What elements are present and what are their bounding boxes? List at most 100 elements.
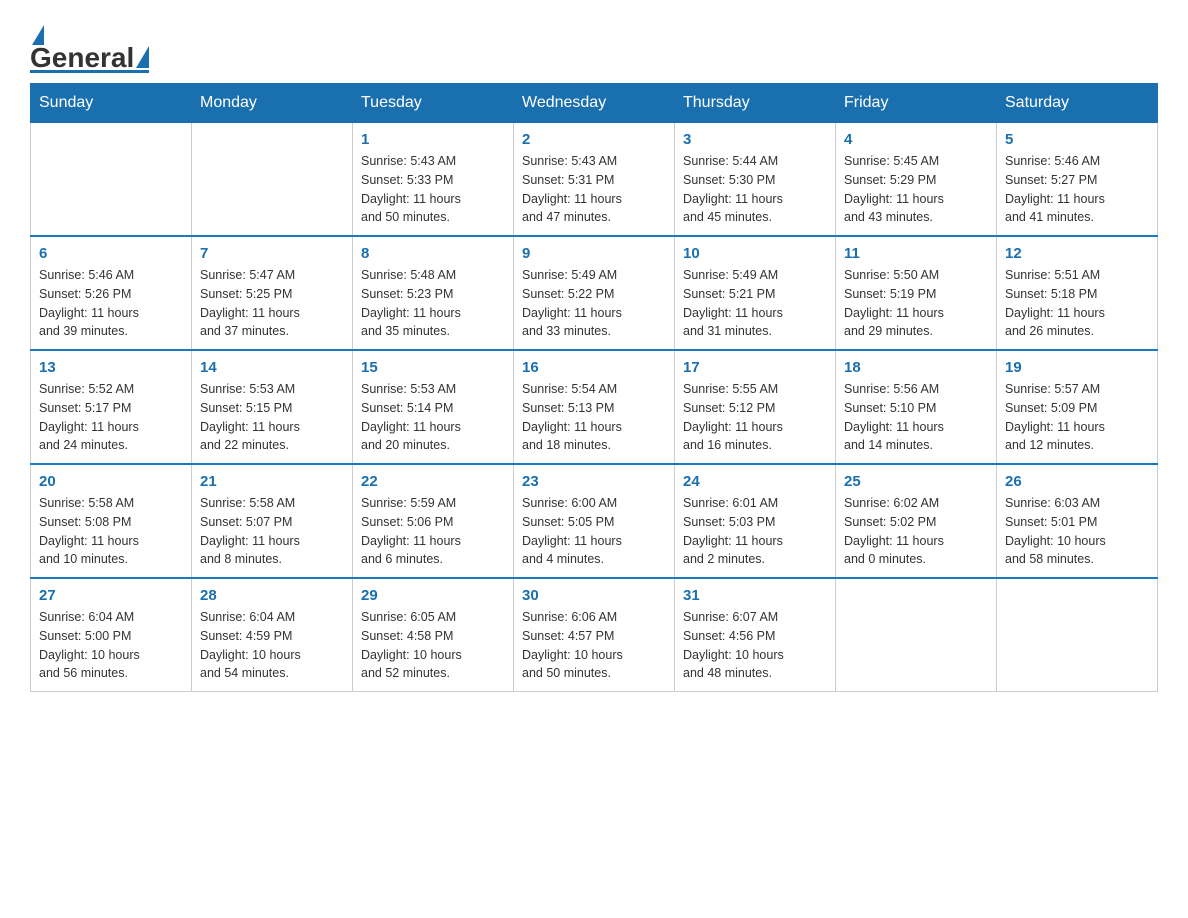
- day-number: 24: [683, 473, 827, 490]
- day-number: 8: [361, 245, 505, 262]
- day-number: 27: [39, 587, 183, 604]
- day-number: 26: [1005, 473, 1149, 490]
- calendar-cell: 11 Sunrise: 5:50 AM Sunset: 5:19 PM Dayli…: [836, 236, 997, 350]
- day-info: Sunrise: 5:58 AM Sunset: 5:08 PM Dayligh…: [39, 494, 183, 569]
- header-friday: Friday: [836, 84, 997, 123]
- calendar-header-row: SundayMondayTuesdayWednesdayThursdayFrid…: [31, 84, 1158, 123]
- day-info: Sunrise: 5:43 AM Sunset: 5:33 PM Dayligh…: [361, 152, 505, 227]
- calendar-cell: 5 Sunrise: 5:46 AM Sunset: 5:27 PM Daylig…: [997, 123, 1158, 237]
- calendar-cell: 2Sunrise: 5:43 AM Sunset: 5:31 PM Daylig…: [514, 123, 675, 237]
- day-info: Sunrise: 6:05 AM Sunset: 4:58 PM Dayligh…: [361, 608, 505, 683]
- day-number: 30: [522, 587, 666, 604]
- day-info: Sunrise: 5:51 AM Sunset: 5:18 PM Dayligh…: [1005, 266, 1149, 341]
- day-info: Sunrise: 5:52 AM Sunset: 5:17 PM Dayligh…: [39, 380, 183, 455]
- day-info: Sunrise: 5:53 AM Sunset: 5:14 PM Dayligh…: [361, 380, 505, 455]
- day-number: 28: [200, 587, 344, 604]
- calendar-cell: [836, 578, 997, 692]
- day-number: 7: [200, 245, 344, 262]
- calendar-cell: [192, 123, 353, 237]
- calendar-cell: 7 Sunrise: 5:47 AM Sunset: 5:25 PM Daylig…: [192, 236, 353, 350]
- calendar-cell: 8 Sunrise: 5:48 AM Sunset: 5:23 PM Daylig…: [353, 236, 514, 350]
- day-info: Sunrise: 5:53 AM Sunset: 5:15 PM Dayligh…: [200, 380, 344, 455]
- calendar-cell: 13 Sunrise: 5:52 AM Sunset: 5:17 PM Dayli…: [31, 350, 192, 464]
- calendar-cell: 21 Sunrise: 5:58 AM Sunset: 5:07 PM Dayli…: [192, 464, 353, 578]
- day-number: 6: [39, 245, 183, 262]
- day-info: Sunrise: 5:57 AM Sunset: 5:09 PM Dayligh…: [1005, 380, 1149, 455]
- calendar-cell: 31 Sunrise: 6:07 AM Sunset: 4:56 PM Dayli…: [675, 578, 836, 692]
- day-info: Sunrise: 6:07 AM Sunset: 4:56 PM Dayligh…: [683, 608, 827, 683]
- day-info: Sunrise: 6:00 AM Sunset: 5:05 PM Dayligh…: [522, 494, 666, 569]
- day-info: Sunrise: 5:48 AM Sunset: 5:23 PM Dayligh…: [361, 266, 505, 341]
- day-info: Sunrise: 6:01 AM Sunset: 5:03 PM Dayligh…: [683, 494, 827, 569]
- logo-underline: [30, 70, 149, 73]
- day-number: 3: [683, 131, 827, 148]
- calendar-cell: 25 Sunrise: 6:02 AM Sunset: 5:02 PM Dayli…: [836, 464, 997, 578]
- calendar-table: SundayMondayTuesdayWednesdayThursdayFrid…: [30, 83, 1158, 692]
- calendar-cell: [997, 578, 1158, 692]
- header-sunday: Sunday: [31, 84, 192, 123]
- header-wednesday: Wednesday: [514, 84, 675, 123]
- day-number: 25: [844, 473, 988, 490]
- header-saturday: Saturday: [997, 84, 1158, 123]
- day-number: 17: [683, 359, 827, 376]
- calendar-cell: 26 Sunrise: 6:03 AM Sunset: 5:01 PM Dayli…: [997, 464, 1158, 578]
- calendar-cell: 28Sunrise: 6:04 AM Sunset: 4:59 PM Dayli…: [192, 578, 353, 692]
- day-info: Sunrise: 5:59 AM Sunset: 5:06 PM Dayligh…: [361, 494, 505, 569]
- day-info: Sunrise: 5:46 AM Sunset: 5:26 PM Dayligh…: [39, 266, 183, 341]
- header-monday: Monday: [192, 84, 353, 123]
- header-thursday: Thursday: [675, 84, 836, 123]
- day-number: 11: [844, 245, 988, 262]
- day-number: 23: [522, 473, 666, 490]
- day-info: Sunrise: 5:50 AM Sunset: 5:19 PM Dayligh…: [844, 266, 988, 341]
- calendar-cell: 30 Sunrise: 6:06 AM Sunset: 4:57 PM Dayli…: [514, 578, 675, 692]
- calendar-cell: 24 Sunrise: 6:01 AM Sunset: 5:03 PM Dayli…: [675, 464, 836, 578]
- week-row-0: 1 Sunrise: 5:43 AM Sunset: 5:33 PM Daylig…: [31, 123, 1158, 237]
- calendar-cell: 23 Sunrise: 6:00 AM Sunset: 5:05 PM Dayli…: [514, 464, 675, 578]
- day-number: 19: [1005, 359, 1149, 376]
- day-info: Sunrise: 6:06 AM Sunset: 4:57 PM Dayligh…: [522, 608, 666, 683]
- calendar-cell: 17Sunrise: 5:55 AM Sunset: 5:12 PM Dayli…: [675, 350, 836, 464]
- day-info: Sunrise: 5:44 AM Sunset: 5:30 PM Dayligh…: [683, 152, 827, 227]
- day-number: 1: [361, 131, 505, 148]
- day-number: 13: [39, 359, 183, 376]
- page-header: General: [30, 20, 1158, 73]
- calendar-cell: 3 Sunrise: 5:44 AM Sunset: 5:30 PM Daylig…: [675, 123, 836, 237]
- day-info: Sunrise: 5:54 AM Sunset: 5:13 PM Dayligh…: [522, 380, 666, 455]
- day-info: Sunrise: 6:02 AM Sunset: 5:02 PM Dayligh…: [844, 494, 988, 569]
- day-number: 20: [39, 473, 183, 490]
- calendar-cell: 4 Sunrise: 5:45 AM Sunset: 5:29 PM Daylig…: [836, 123, 997, 237]
- logo-arrow-icon: [136, 46, 149, 68]
- calendar-cell: 9Sunrise: 5:49 AM Sunset: 5:22 PM Daylig…: [514, 236, 675, 350]
- day-number: 31: [683, 587, 827, 604]
- day-number: 10: [683, 245, 827, 262]
- day-number: 4: [844, 131, 988, 148]
- logo: General: [30, 20, 149, 73]
- day-info: Sunrise: 5:58 AM Sunset: 5:07 PM Dayligh…: [200, 494, 344, 569]
- week-row-3: 20 Sunrise: 5:58 AM Sunset: 5:08 PM Dayli…: [31, 464, 1158, 578]
- day-info: Sunrise: 6:04 AM Sunset: 5:00 PM Dayligh…: [39, 608, 183, 683]
- day-info: Sunrise: 5:46 AM Sunset: 5:27 PM Dayligh…: [1005, 152, 1149, 227]
- calendar-cell: 6 Sunrise: 5:46 AM Sunset: 5:26 PM Daylig…: [31, 236, 192, 350]
- calendar-cell: 20 Sunrise: 5:58 AM Sunset: 5:08 PM Dayli…: [31, 464, 192, 578]
- day-number: 2: [522, 131, 666, 148]
- calendar-cell: 22Sunrise: 5:59 AM Sunset: 5:06 PM Dayli…: [353, 464, 514, 578]
- day-number: 29: [361, 587, 505, 604]
- calendar-cell: [31, 123, 192, 237]
- day-number: 5: [1005, 131, 1149, 148]
- day-number: 12: [1005, 245, 1149, 262]
- day-number: 15: [361, 359, 505, 376]
- calendar-cell: 27 Sunrise: 6:04 AM Sunset: 5:00 PM Dayli…: [31, 578, 192, 692]
- day-number: 21: [200, 473, 344, 490]
- day-info: Sunrise: 5:45 AM Sunset: 5:29 PM Dayligh…: [844, 152, 988, 227]
- day-info: Sunrise: 6:03 AM Sunset: 5:01 PM Dayligh…: [1005, 494, 1149, 569]
- day-info: Sunrise: 5:56 AM Sunset: 5:10 PM Dayligh…: [844, 380, 988, 455]
- day-info: Sunrise: 5:49 AM Sunset: 5:22 PM Dayligh…: [522, 266, 666, 341]
- day-info: Sunrise: 5:47 AM Sunset: 5:25 PM Dayligh…: [200, 266, 344, 341]
- calendar-cell: 18Sunrise: 5:56 AM Sunset: 5:10 PM Dayli…: [836, 350, 997, 464]
- week-row-1: 6 Sunrise: 5:46 AM Sunset: 5:26 PM Daylig…: [31, 236, 1158, 350]
- calendar-cell: 1 Sunrise: 5:43 AM Sunset: 5:33 PM Daylig…: [353, 123, 514, 237]
- calendar-cell: 14Sunrise: 5:53 AM Sunset: 5:15 PM Dayli…: [192, 350, 353, 464]
- calendar-cell: 10Sunrise: 5:49 AM Sunset: 5:21 PM Dayli…: [675, 236, 836, 350]
- calendar-cell: 12 Sunrise: 5:51 AM Sunset: 5:18 PM Dayli…: [997, 236, 1158, 350]
- calendar-cell: 16Sunrise: 5:54 AM Sunset: 5:13 PM Dayli…: [514, 350, 675, 464]
